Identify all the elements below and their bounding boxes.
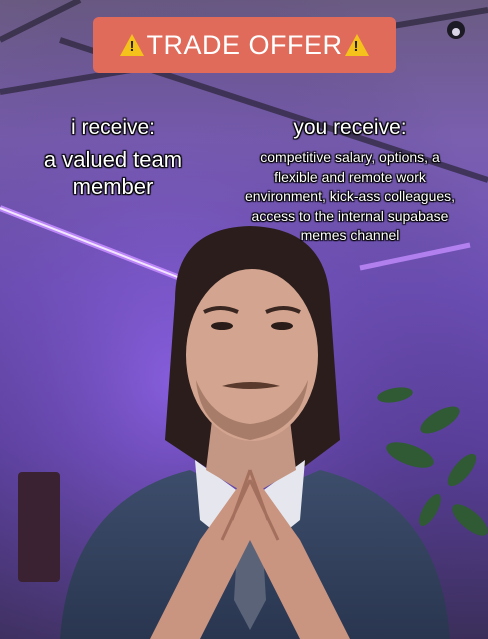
you-receive-heading: you receive: bbox=[293, 116, 407, 139]
you-receive-text: competitive salary, options, a flexible … bbox=[244, 149, 456, 243]
chair-back bbox=[18, 472, 60, 582]
ceiling-lamp bbox=[447, 21, 465, 39]
face bbox=[186, 269, 318, 441]
warning-icon bbox=[120, 34, 145, 56]
you-receive-panel: you receive: competitive salary, options… bbox=[240, 116, 460, 246]
trade-offer-title: TRADE OFFER bbox=[146, 29, 343, 60]
i-receive-panel: i receive: a valued team member bbox=[18, 116, 208, 200]
i-receive-text: a valued team member bbox=[43, 147, 183, 199]
warning-icon bbox=[344, 34, 369, 56]
meme-image: TRADE OFFER i receive: a valued team mem… bbox=[0, 0, 488, 639]
trade-offer-banner: TRADE OFFER bbox=[93, 17, 396, 73]
photo-scene bbox=[0, 0, 488, 639]
i-receive-heading: i receive: bbox=[70, 116, 156, 139]
